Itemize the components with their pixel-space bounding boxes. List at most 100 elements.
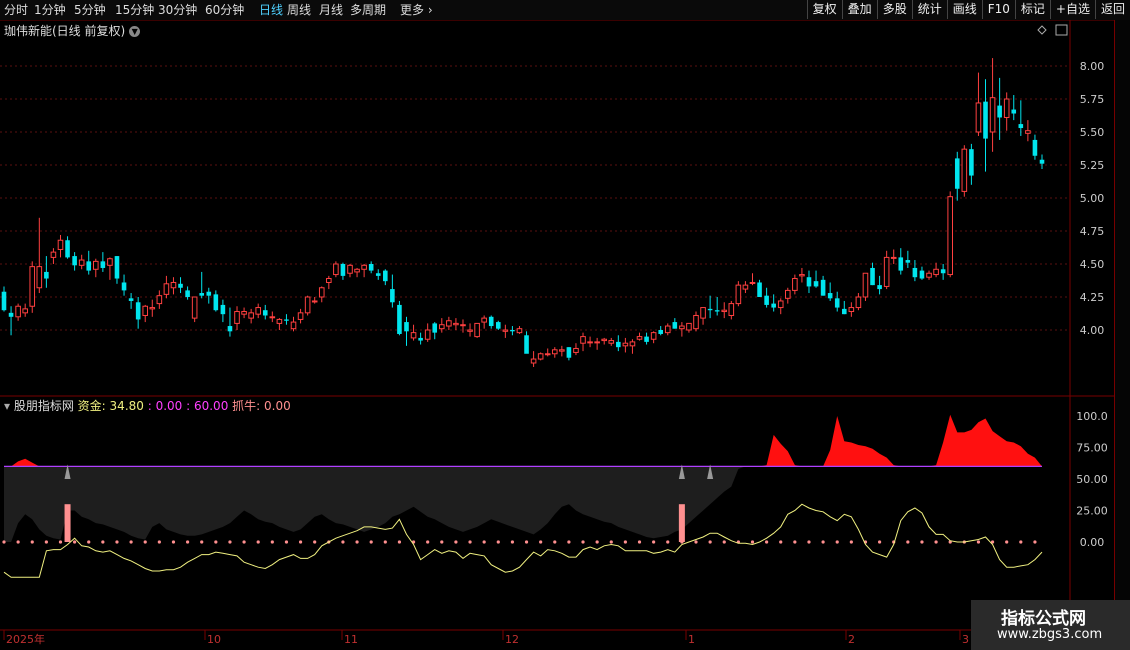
- zero-dot: [157, 540, 161, 544]
- zero-dot: [440, 540, 444, 544]
- period-tab-9[interactable]: 多周期: [350, 2, 386, 18]
- candle-body: [806, 277, 812, 287]
- candle-body: [15, 305, 21, 318]
- period-tab-6[interactable]: 日线: [259, 2, 283, 18]
- zero-dot: [143, 540, 147, 544]
- candle-body: [742, 284, 749, 290]
- watermark-line2: www.zbgs3.com: [997, 627, 1103, 642]
- candle-body: [326, 278, 332, 283]
- indicator-tick-label: 0.00: [1080, 536, 1105, 549]
- toolbar-button-5[interactable]: F10: [981, 0, 1015, 19]
- period-tab-3[interactable]: 15分钟: [115, 2, 154, 18]
- candlestick-chart[interactable]: 8.005.755.505.255.004.754.504.254.00100.…: [0, 0, 1130, 650]
- zero-dot: [539, 540, 543, 544]
- chevron-down-icon[interactable]: ▼: [129, 26, 141, 37]
- candle-body: [290, 321, 297, 330]
- zero-dot: [256, 540, 260, 544]
- candle-body: [107, 258, 113, 266]
- candle-body: [248, 312, 254, 319]
- candle-body: [467, 329, 473, 332]
- candle-body: [185, 290, 190, 297]
- zero-dot: [115, 540, 119, 544]
- zero-dot: [877, 540, 882, 544]
- candle-body: [594, 341, 600, 344]
- candle-body: [347, 264, 353, 274]
- candle-body: [890, 256, 897, 259]
- period-tab-8[interactable]: 月线: [319, 2, 343, 18]
- zero-dot: [1019, 540, 1023, 544]
- candle-body: [36, 266, 43, 289]
- indicator-header: ▾ 股朋指标网 资金: 34.80 : 0.00 : 60.00 抓牛: 0.0…: [4, 398, 291, 413]
- candle-body: [813, 281, 819, 287]
- candle-body: [644, 336, 649, 342]
- candle-body: [954, 158, 960, 189]
- period-tab-5[interactable]: 60分钟: [205, 2, 244, 18]
- price-tick-label: 4.50: [1080, 258, 1105, 271]
- candle-body: [65, 240, 70, 258]
- period-tab-2[interactable]: 5分钟: [74, 2, 106, 18]
- toolbar-button-8[interactable]: 返回: [1094, 0, 1130, 19]
- zero-dot: [58, 540, 63, 544]
- panel-toggle-icon: [1055, 24, 1068, 36]
- candle-body: [72, 256, 77, 266]
- candle-body: [947, 196, 953, 276]
- chart-title[interactable]: 珈伟新能(日线 前复权) ▼: [4, 22, 141, 39]
- period-tab-7[interactable]: 周线: [287, 2, 311, 18]
- toolbar-button-7[interactable]: +自选: [1049, 0, 1095, 19]
- candle-body: [721, 309, 728, 313]
- zero-dot: [948, 540, 952, 544]
- toolbar-button-4[interactable]: 画线: [946, 0, 982, 19]
- candle-body: [390, 289, 395, 303]
- watermark-line1: 指标公式网: [1001, 609, 1086, 629]
- indicator-header-part-1: 股朋指标网: [14, 398, 74, 413]
- toolbar-button-6[interactable]: 标记: [1014, 0, 1050, 19]
- stock-title-text: 珈伟新能(日线 前复权): [4, 24, 126, 38]
- candle-body: [121, 282, 127, 291]
- price-tick-label: 5.75: [1080, 93, 1105, 106]
- candle-body: [495, 322, 501, 329]
- zero-dot: [849, 540, 853, 544]
- period-tab-4[interactable]: 30分钟: [158, 2, 197, 18]
- candle-body: [749, 281, 756, 284]
- candle-body: [44, 271, 49, 279]
- zero-dot: [637, 540, 642, 544]
- toolbar-button-1[interactable]: 叠加: [841, 0, 877, 19]
- zero-dot: [73, 540, 77, 544]
- period-tab-1[interactable]: 1分钟: [34, 2, 66, 18]
- zero-dot: [722, 540, 726, 544]
- toolbar-button-3[interactable]: 统计: [911, 0, 947, 19]
- candle-body: [404, 322, 409, 332]
- zero-dot: [482, 540, 486, 544]
- zero-dot: [242, 540, 246, 544]
- period-tab-0[interactable]: 分时: [4, 2, 28, 18]
- zero-dot: [835, 540, 839, 544]
- toolbar-button-0[interactable]: 复权: [806, 0, 842, 19]
- zero-dot: [1005, 540, 1009, 544]
- candle-body: [862, 272, 869, 298]
- candle-body: [22, 308, 28, 314]
- candle-body: [78, 259, 85, 266]
- x-axis-label: 1: [688, 633, 695, 646]
- indicator-header-part-3: 34.80: [110, 399, 144, 413]
- zero-dot: [765, 540, 769, 544]
- candle-body: [170, 281, 177, 289]
- candle-body: [1011, 109, 1017, 114]
- x-axis-label: 2025年: [6, 632, 45, 646]
- indicator-header-part-5: : 60.00: [182, 399, 228, 413]
- zero-dot: [736, 540, 740, 544]
- toolbar-button-2[interactable]: 多股: [876, 0, 912, 19]
- candle-body: [57, 239, 64, 250]
- candle-body: [629, 341, 636, 347]
- candle-body: [276, 318, 283, 324]
- candle-body: [135, 302, 141, 320]
- indicator-tick-label: 75.00: [1076, 442, 1108, 455]
- zero-dot: [750, 540, 755, 544]
- zero-dot: [171, 540, 176, 544]
- candle-body: [989, 97, 996, 133]
- candle-body: [284, 319, 289, 321]
- candle-body: [997, 105, 1002, 118]
- candle-body: [587, 341, 593, 344]
- indicator-tick-label: 50.00: [1076, 473, 1108, 486]
- price-tick-label: 5.00: [1080, 192, 1105, 205]
- period-tab-10[interactable]: 更多 ›: [400, 2, 433, 18]
